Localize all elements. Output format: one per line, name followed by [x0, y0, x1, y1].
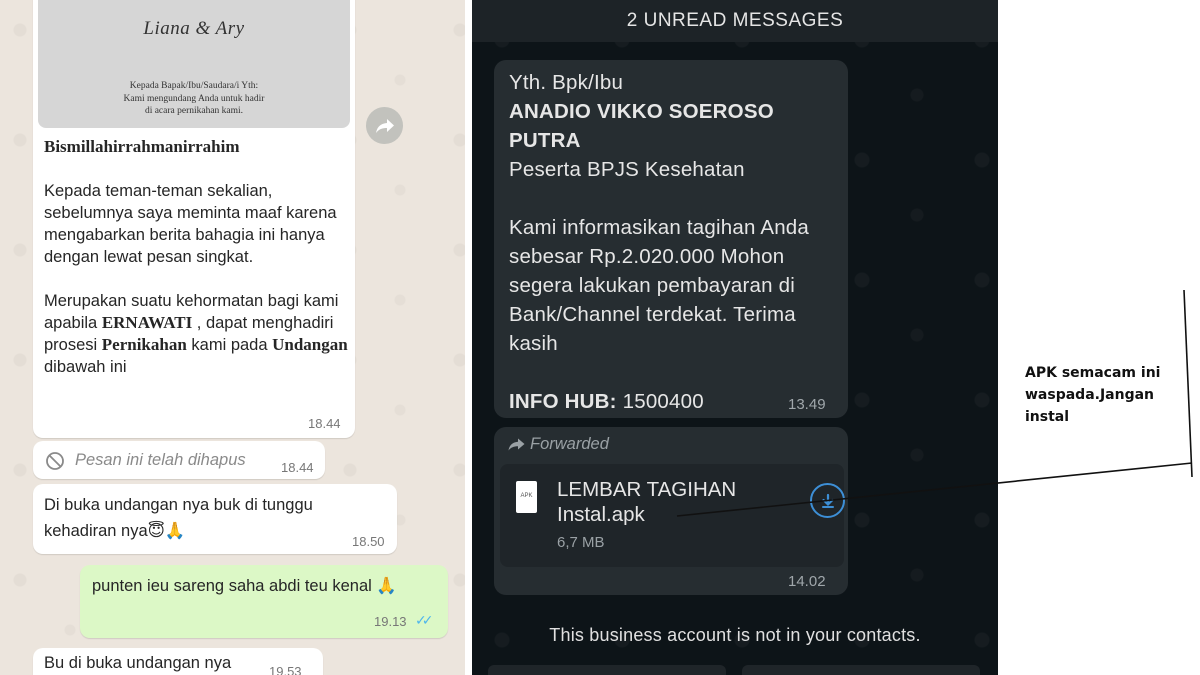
apk-file-icon: APK [516, 481, 537, 513]
warning-annotation: APK semacam ini waspada.Jangan instal [1025, 365, 1161, 425]
message-timestamp: 18.44 [308, 416, 341, 431]
message-paragraph: Merupakan suatu kehormatan bagi kami apa… [44, 290, 349, 378]
forward-arrow-icon [375, 118, 394, 133]
apk-file-name: LEMBAR TAGIHAN Instal.apk [557, 478, 737, 526]
invitation-card-line: Kami mengundang Anda untuk hadir [123, 93, 265, 104]
block-button[interactable] [488, 665, 726, 675]
deleted-message-text: Pesan ini telah dihapus [75, 451, 246, 469]
message-greeting: Yth. Bpk/Ibu [509, 71, 624, 94]
info-hub-number: 1500400 [616, 390, 704, 413]
apk-file-message-bubble[interactable]: Forwarded APK LEMBAR TAGIHAN Instal.apk … [494, 427, 848, 595]
incoming-message-bubble[interactable]: Di buka undangan nya buk di tunggu kehad… [33, 484, 397, 554]
message-bold-invite: Undangan [272, 335, 348, 354]
message-bold-name: ERNAWATI [101, 313, 193, 332]
invitation-couple-names: Liana & Ary [143, 18, 245, 39]
apk-file-size: 6,7 MB [557, 534, 605, 551]
bpjs-bill-message-bubble[interactable]: Yth. Bpk/Ibu ANADIO VIKKO SOEROSO PUTRA … [494, 60, 848, 418]
invitation-message-text: Bismillahirrahmanirrahim Kepada teman-te… [44, 136, 349, 378]
forward-button[interactable] [366, 107, 403, 144]
message-timestamp: 18.44 [281, 460, 314, 475]
apk-file-attachment[interactable]: APK LEMBAR TAGIHAN Instal.apk 6,7 MB [500, 464, 845, 567]
message-text-part: kami pada [186, 336, 273, 354]
message-timestamp: 19.53 [269, 664, 302, 675]
message-timestamp: 18.50 [352, 534, 385, 549]
invitation-message-bubble[interactable]: Liana & Ary Kepada Bapak/Ibu/Saudara/i Y… [33, 0, 355, 438]
prohibited-icon [46, 452, 64, 470]
message-timestamp: 19.13 [374, 614, 407, 629]
bill-body-text: Kami informasikan tagihan Anda sebesar R… [509, 216, 810, 355]
forwarded-text: Forwarded [530, 435, 609, 453]
forwarded-arrow-icon [508, 438, 525, 451]
message-timestamp: 13.49 [788, 396, 826, 413]
invitation-card-image[interactable]: Liana & Ary Kepada Bapak/Ibu/Saudara/i Y… [38, 0, 350, 128]
invitation-card-line: Kepada Bapak/Ibu/Saudara/i Yth: [129, 81, 259, 91]
read-receipt-icon: ✓✓ [415, 612, 434, 628]
left-chat-panel: Liana & Ary Kepada Bapak/Ibu/Saudara/i Y… [0, 0, 465, 675]
message-timestamp: 14.02 [788, 573, 826, 590]
add-contact-button[interactable] [742, 665, 980, 675]
message-text-part: dibawah ini [44, 358, 127, 376]
outgoing-message-bubble[interactable]: punten ieu sareng saha abdi teu kenal 🙏 … [80, 565, 448, 638]
message-text: punten ieu sareng saha abdi teu kenal 🙏 [92, 577, 397, 595]
message-bold-event: Pernikahan [101, 335, 187, 354]
message-heading: Bismillahirrahmanirrahim [44, 137, 240, 156]
invitation-card-line: di acara pernikahan kami. [144, 106, 244, 116]
bpjs-message-text: Yth. Bpk/Ibu ANADIO VIKKO SOEROSO PUTRA … [509, 68, 844, 416]
incoming-message-bubble[interactable]: Bu di buka undangan nya 19.53 [33, 648, 323, 675]
invitation-card-text: Kepada Bapak/Ibu/Saudara/i Yth: Kami men… [38, 80, 350, 118]
deleted-message-bubble[interactable]: Pesan ini telah dihapus 18.44 [33, 441, 325, 479]
download-button[interactable] [810, 483, 845, 518]
business-account-notice: This business account is not in your con… [549, 625, 921, 645]
unread-messages-banner: 2 UNREAD MESSAGES [472, 0, 998, 42]
download-arrow-icon [821, 493, 834, 508]
recipient-name: ANADIO VIKKO SOEROSO PUTRA [509, 100, 774, 152]
dark-chat-panel: 2 UNREAD MESSAGES Yth. Bpk/Ibu ANADIO VI… [472, 0, 998, 675]
recipient-role: Peserta BPJS Kesehatan [509, 158, 745, 181]
message-text: Bu di buka undangan nya [44, 654, 232, 672]
message-paragraph: Kepada teman-teman sekalian, sebelumnya … [44, 182, 337, 266]
forwarded-label: Forwarded [508, 435, 609, 454]
message-text: Di buka undangan nya buk di tunggu kehad… [44, 496, 313, 540]
info-hub-label: INFO HUB: [509, 390, 617, 413]
